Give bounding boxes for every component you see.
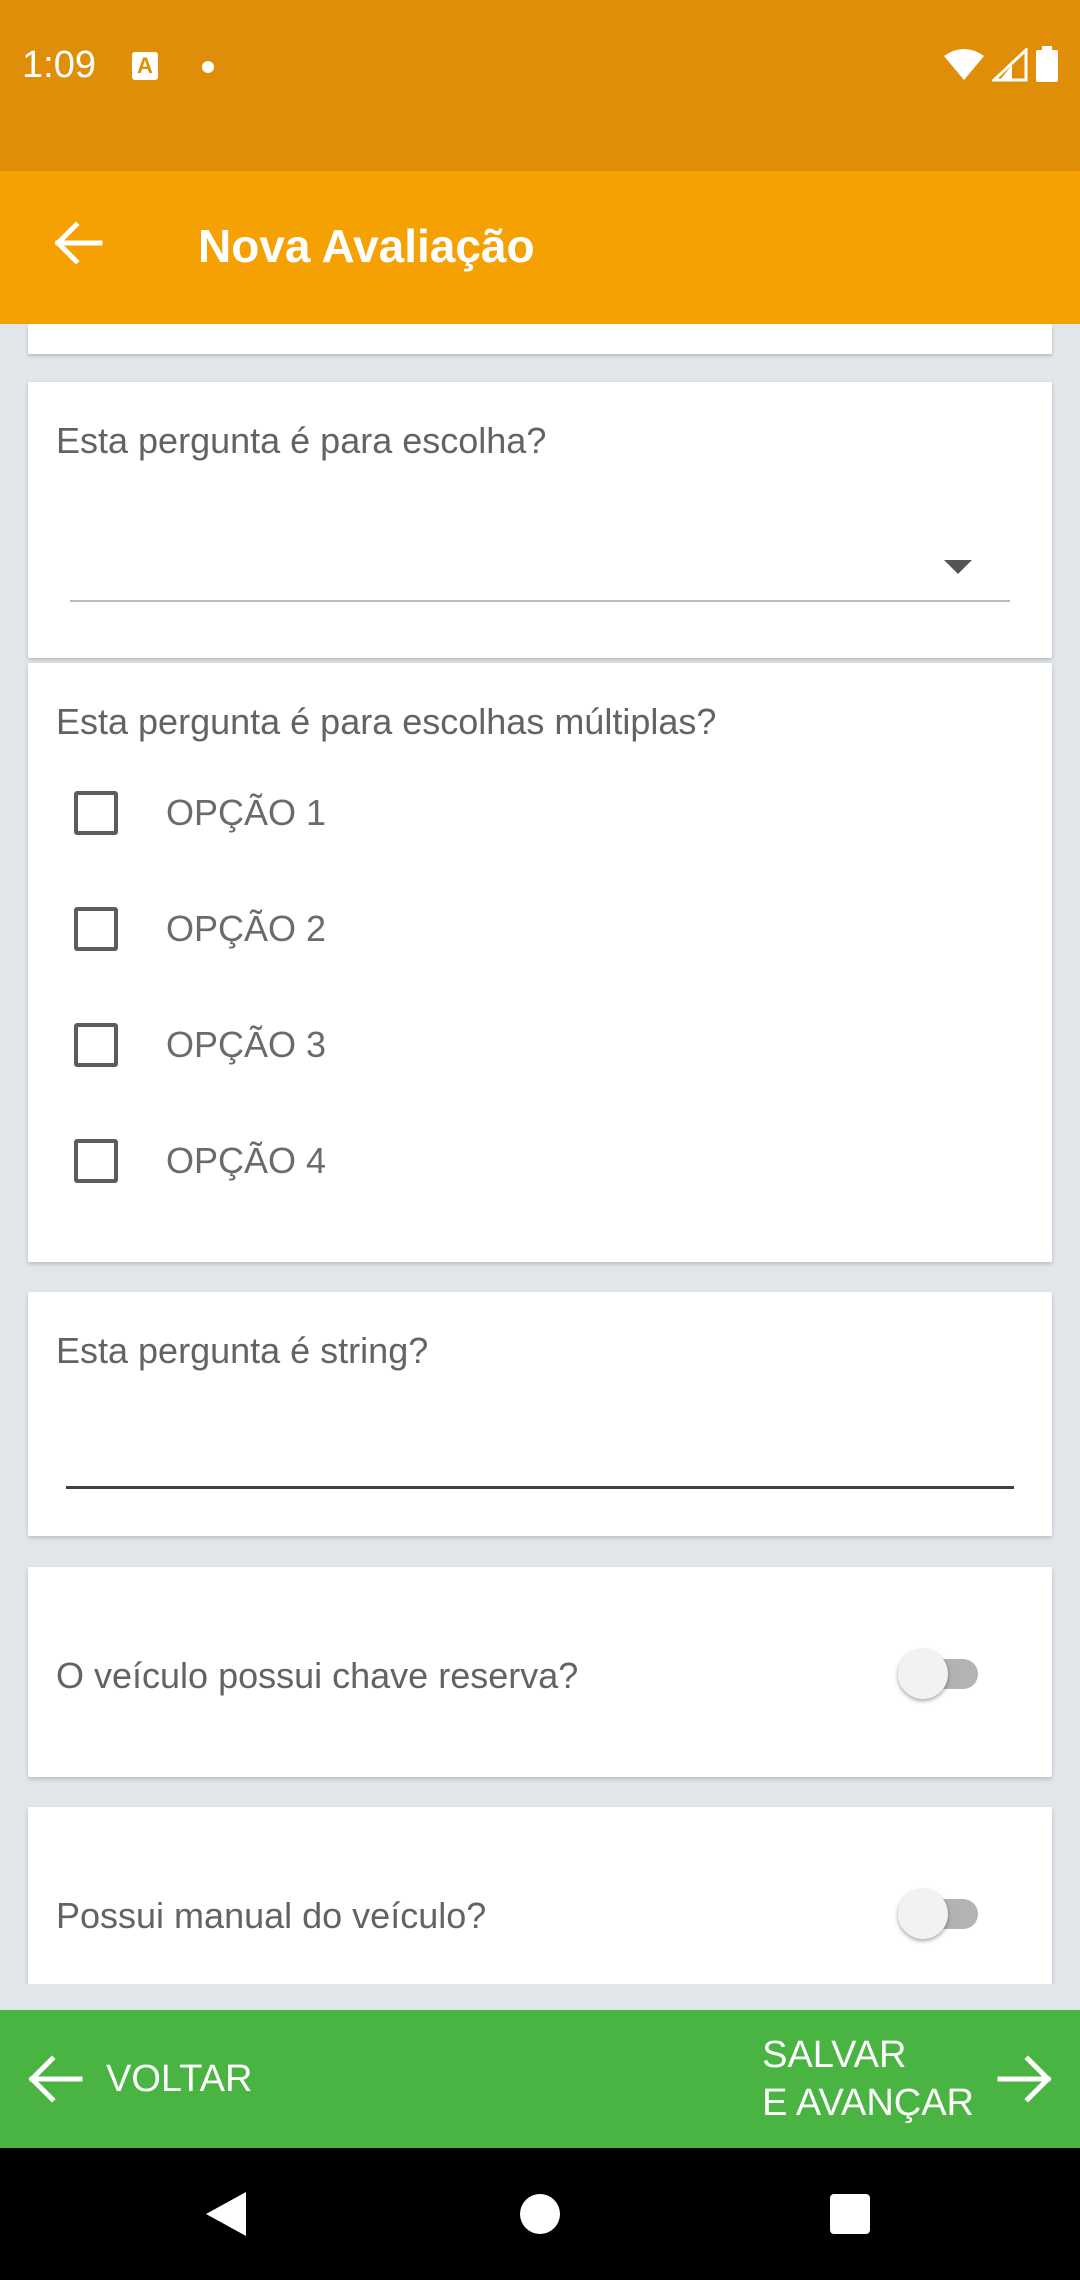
- previous-card-edge: [28, 324, 1052, 354]
- question-card-choice: Esta pergunta é para escolha?: [28, 382, 1052, 658]
- checkbox-label: OPÇÃO 2: [166, 908, 327, 949]
- question-label: Esta pergunta é para escolhas múltiplas?: [56, 701, 717, 742]
- checkbox-label: OPÇÃO 3: [166, 1024, 327, 1065]
- switch-thumb: [898, 1649, 948, 1699]
- status-time: 1:09: [22, 44, 96, 86]
- checkbox-label: OPÇÃO 1: [166, 792, 327, 833]
- checkbox-option-2[interactable]: OPÇÃO 2: [74, 907, 326, 951]
- signal-icon: [992, 48, 1028, 82]
- question-label: Possui manual do veículo?: [56, 1895, 487, 1936]
- manual-toggle[interactable]: [898, 1889, 982, 1939]
- string-input[interactable]: [66, 1422, 1014, 1486]
- switch-thumb: [898, 1889, 948, 1939]
- arrow-left-icon: [28, 2055, 83, 2103]
- checkbox[interactable]: [74, 907, 118, 951]
- save-and-next-label-line2: E AVANÇAR: [762, 2082, 974, 2124]
- question-card-string: Esta pergunta é string?: [28, 1292, 1052, 1536]
- input-underline: [66, 1486, 1014, 1489]
- form-content[interactable]: Esta pergunta é para escolha? Esta pergu…: [0, 324, 1080, 1984]
- checkbox[interactable]: [74, 791, 118, 835]
- checkbox-option-1[interactable]: OPÇÃO 1: [74, 791, 326, 835]
- back-button[interactable]: VOLTAR: [24, 2010, 252, 2148]
- checkbox-option-4[interactable]: OPÇÃO 4: [74, 1139, 326, 1183]
- checkbox[interactable]: [74, 1139, 118, 1183]
- question-label: Esta pergunta é para escolha?: [56, 420, 547, 461]
- arrow-left-icon[interactable]: [50, 215, 106, 271]
- status-bar: 1:09 A: [0, 0, 1080, 171]
- nav-back-icon[interactable]: [206, 2192, 246, 2236]
- bottom-action-bar: VOLTAR SALVAR E AVANÇAR: [0, 2010, 1080, 2148]
- notification-dot-icon: [202, 61, 214, 73]
- dropdown-underline: [70, 600, 1010, 602]
- question-label: Esta pergunta é string?: [56, 1330, 429, 1371]
- status-icons: [944, 46, 1058, 82]
- app-bar: Nova Avaliação: [0, 171, 1080, 324]
- arrow-right-icon: [997, 2055, 1052, 2103]
- save-and-next-button[interactable]: SALVAR E AVANÇAR: [762, 2010, 1056, 2148]
- question-card-manual: Possui manual do veículo?: [28, 1807, 1052, 1984]
- battery-icon: [1036, 46, 1058, 82]
- nav-home-icon[interactable]: [520, 2194, 560, 2234]
- checkbox[interactable]: [74, 1023, 118, 1067]
- checkbox-label: OPÇÃO 4: [166, 1140, 327, 1181]
- system-nav-bar: [0, 2148, 1080, 2280]
- checkbox-option-3[interactable]: OPÇÃO 3: [74, 1023, 326, 1067]
- save-and-next-label: SALVAR E AVANÇAR: [762, 2031, 974, 2127]
- choice-dropdown[interactable]: [70, 532, 1010, 602]
- question-card-spare-key: O veículo possui chave reserva?: [28, 1567, 1052, 1777]
- back-button-label: VOLTAR: [106, 2057, 253, 2100]
- question-label: O veículo possui chave reserva?: [56, 1655, 579, 1696]
- nav-recents-icon[interactable]: [830, 2194, 870, 2234]
- wifi-icon: [944, 49, 984, 80]
- question-card-multiple: Esta pergunta é para escolhas múltiplas?…: [28, 663, 1052, 1262]
- notification-app-icon: A: [132, 52, 158, 80]
- spare-key-toggle[interactable]: [898, 1649, 982, 1699]
- save-and-next-label-line1: SALVAR: [762, 2034, 907, 2076]
- page-title: Nova Avaliação: [198, 220, 535, 272]
- chevron-down-icon[interactable]: [944, 560, 972, 574]
